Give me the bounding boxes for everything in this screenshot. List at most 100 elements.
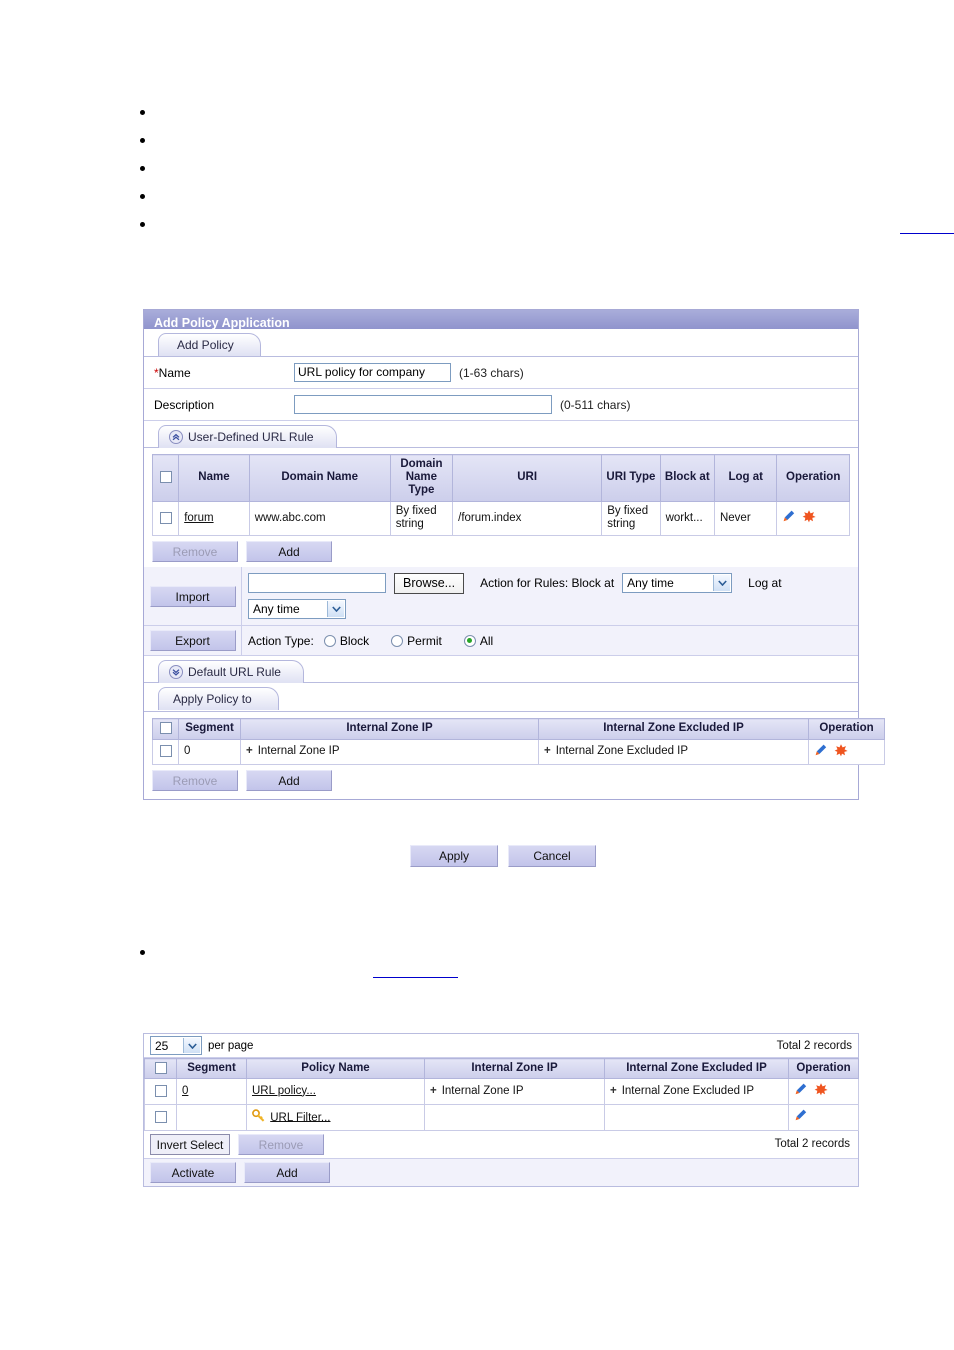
add-button[interactable]: Add [246,541,332,563]
url-rule-header-row: Name Domain Name Domain Name Type URI UR… [151,454,850,502]
import-file-input[interactable] [248,573,386,594]
edit-icon[interactable] [814,743,828,762]
cell-block-at: workt... [659,500,715,537]
remove-button[interactable]: Remove [152,770,238,792]
activate-button[interactable]: Activate [150,1161,236,1183]
delete-icon[interactable] [802,509,817,528]
link-underline-middle[interactable] [373,977,458,978]
add-button[interactable]: Add [244,1161,330,1183]
url-rule-button-bar: Remove Add [144,536,858,568]
cancel-button[interactable]: Cancel [508,845,596,867]
cell-operation [776,500,850,537]
cell-log-at: Never [713,500,778,537]
cell-internal-zone-excluded-ip: + Internal Zone Excluded IP [604,1078,789,1106]
description-hint: (0-511 chars) [560,397,631,412]
apply-policy-header-row: Segment Internal Zone IP Internal Zone E… [152,718,885,740]
export-button[interactable]: Export [149,630,236,652]
delete-icon[interactable] [814,1082,828,1101]
edit-icon[interactable] [794,1108,808,1127]
edit-icon[interactable] [782,509,796,528]
cell-policy-name: URL policy... [246,1078,425,1106]
cell-operation [788,1078,859,1106]
row-checkbox-cell [151,500,180,537]
action-type-label: Action Type: [248,633,314,648]
add-button[interactable]: Add [246,770,332,792]
invert-select-button[interactable]: Invert Select [150,1133,230,1155]
browse-button[interactable]: Browse... [394,572,465,594]
plus-icon[interactable]: + [544,745,551,757]
policy-name-link[interactable]: URL policy... [252,1085,316,1097]
select-all-checkbox[interactable] [154,1062,167,1074]
header-domain-name-type: Domain Name Type [389,454,454,502]
per-page-select[interactable]: 25 [150,1036,202,1055]
select-all-header [151,454,180,502]
segment-link[interactable]: 0 [182,1085,188,1097]
policy-list-header-row: Segment Policy Name Internal Zone IP Int… [144,1057,859,1080]
header-operation: Operation [788,1057,859,1080]
total-records-top: Total 2 records [776,1039,852,1052]
header-internal-zone-ip: Internal Zone IP [240,718,539,740]
description-input[interactable] [294,395,552,414]
action-type-controls: Action Type: Block Permit All [242,626,858,655]
description-row: Description (0-511 chars) [144,389,858,421]
table-row: forum www.abc.com By fixed string /forum… [151,500,850,537]
internal-zone-excluded-ip-link[interactable]: Internal Zone Excluded IP [622,1085,754,1097]
add-policy-tab-row: Add Policy [144,329,858,357]
cell-operation [808,738,885,766]
edit-icon[interactable] [794,1082,808,1101]
user-defined-url-rule-tab-row: User-Defined URL Rule [144,421,858,448]
plus-icon[interactable]: + [430,1085,437,1097]
url-filter-link[interactable]: URL Filter... [270,1111,330,1123]
table-row: 0 URL policy... + Internal Zone IP + Inter… [144,1078,859,1106]
url-rule-table-wrap: Name Domain Name Domain Name Type URI UR… [144,448,858,537]
tab-apply-policy-to[interactable]: Apply Policy to [158,687,279,711]
select-all-checkbox[interactable] [159,722,172,735]
apply-policy-to-tab-row: Apply Policy to [144,683,858,713]
plus-icon[interactable]: + [610,1085,617,1097]
internal-zone-ip-link[interactable]: Internal Zone IP [258,745,340,757]
export-button-cell: Export [144,626,242,656]
row-checkbox[interactable] [159,744,172,757]
section-user-defined-url-rule[interactable]: User-Defined URL Rule [158,425,337,448]
row-checkbox[interactable] [159,511,172,524]
radio-block[interactable] [323,634,336,647]
section-default-url-rule[interactable]: Default URL Rule [158,660,304,684]
link-underline-top[interactable] [900,233,954,234]
url-rule-table: Name Domain Name Domain Name Type URI UR… [151,454,850,537]
cell-segment [176,1104,247,1131]
row-checkbox[interactable] [154,1110,167,1123]
add-policy-application-panel: Add Policy Application Add Policy *Name … [143,309,885,801]
total-records-bottom: Total 2 records [774,1138,850,1151]
log-at-value: Any time [253,602,300,617]
apply-button[interactable]: Apply [410,845,498,867]
block-at-select[interactable]: Any time [622,573,733,594]
name-input[interactable] [294,363,451,382]
select-all-checkbox[interactable] [159,471,172,484]
per-page-row: 25 per page Total 2 records [144,1034,858,1058]
radio-permit[interactable] [391,634,404,647]
radio-permit-label: Permit [407,633,442,648]
chevron-down-icon [169,665,183,680]
log-at-select[interactable]: Any time [248,599,346,620]
row-checkbox[interactable] [154,1084,167,1097]
cell-operation [788,1104,859,1131]
tab-add-policy-label: Add Policy [177,337,234,352]
policy-list-action-bar-2: Activate Add [144,1158,858,1186]
default-url-rule-tab-row: Default URL Rule [144,656,858,684]
policy-list-table: Segment Policy Name Internal Zone IP Int… [144,1057,859,1131]
remove-button[interactable]: Remove [238,1133,324,1155]
internal-zone-excluded-ip-link[interactable]: Internal Zone Excluded IP [556,745,688,757]
policy-list-action-bar-1: Invert Select Remove Total 2 records [144,1130,858,1159]
import-button[interactable]: Import [149,585,236,607]
import-controls: Browse... Action for Rules: Block at Any… [242,567,858,625]
remove-button[interactable]: Remove [152,541,238,563]
policy-list-panel: 25 per page Total 2 records Segment Poli… [143,1033,859,1187]
radio-all[interactable] [463,634,476,647]
rule-name-link[interactable]: forum [184,512,213,524]
chevron-down-icon [183,1038,200,1053]
plus-icon[interactable]: + [246,745,253,757]
tab-add-policy[interactable]: Add Policy [158,333,261,356]
key-icon [252,1108,268,1125]
internal-zone-ip-link[interactable]: Internal Zone IP [442,1085,524,1097]
delete-icon[interactable] [834,743,848,762]
